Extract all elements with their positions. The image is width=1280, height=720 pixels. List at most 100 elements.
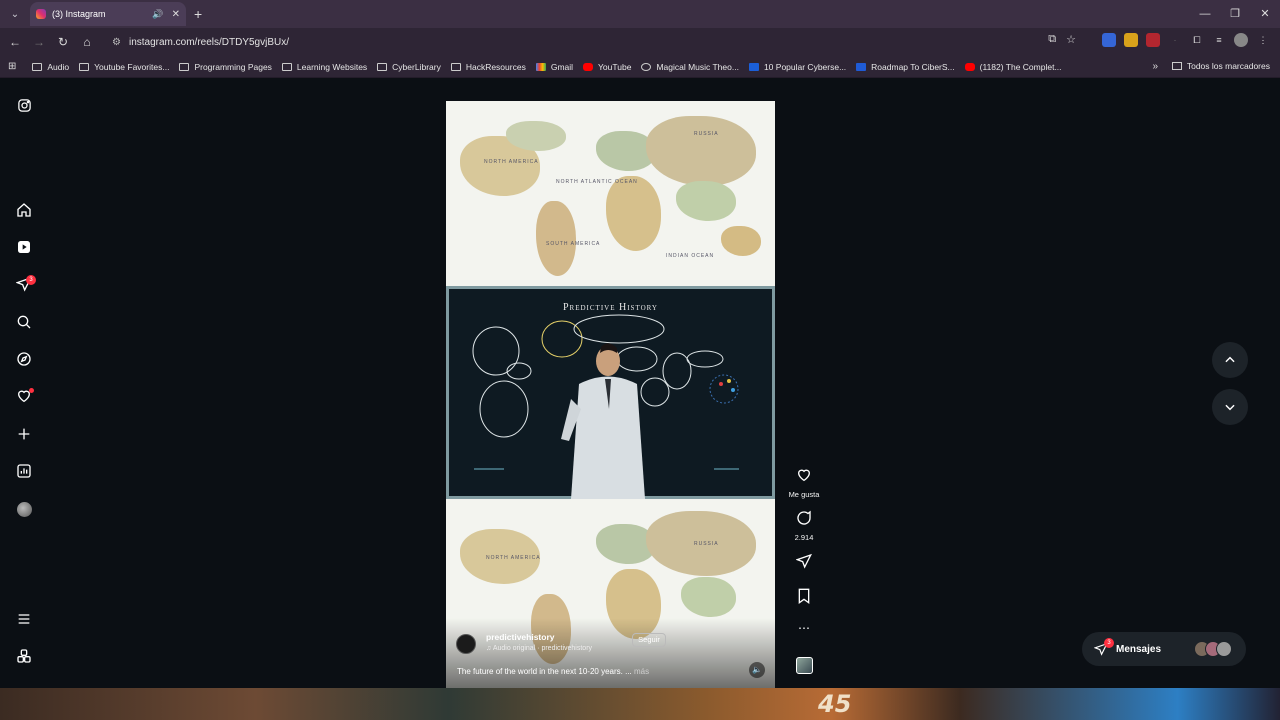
bookmark-label: Magical Music Theo...	[656, 61, 739, 72]
messages-label: Mensajes	[1116, 643, 1162, 655]
reload-button[interactable]: ↻	[51, 35, 75, 49]
save-button[interactable]	[785, 588, 823, 609]
home-button[interactable]: ⌂	[75, 35, 99, 49]
share-button[interactable]	[785, 553, 823, 574]
audio-thumbnail[interactable]	[785, 657, 823, 679]
also-from-meta-icon[interactable]	[14, 646, 34, 666]
bookmark-item[interactable]: Roadmap To CiberS...	[856, 61, 955, 72]
install-app-icon[interactable]: ⧉	[1048, 33, 1056, 46]
reel-caption: The future of the world in the next 10-2…	[457, 667, 649, 676]
bookmark-icon	[798, 588, 810, 604]
bookmark-label: Gmail	[550, 61, 574, 72]
notifications-badge: 3	[26, 275, 36, 285]
bookmark-label: HackResources	[465, 61, 526, 72]
more-options-icon[interactable]: ⋯	[785, 621, 823, 635]
minimize-button[interactable]: —	[1190, 0, 1220, 28]
mute-toggle-icon[interactable]: 🔈	[749, 662, 765, 678]
bookmark-label: Learning Websites	[296, 61, 368, 72]
forward-button[interactable]: →	[27, 35, 51, 49]
bookmarks-overflow-icon[interactable]: »	[1152, 61, 1158, 72]
extension-shield-icon[interactable]	[1102, 33, 1116, 47]
blackboard-frame: Predictive History	[446, 286, 775, 499]
bookmark-label: (1182) The Complet...	[979, 61, 1062, 72]
bookmark-label: Roadmap To CiberS...	[871, 61, 955, 72]
audio-label[interactable]: ♫ Audio original · predictivehistory	[486, 645, 592, 652]
author-username[interactable]: predictivehistory	[486, 632, 555, 642]
c-icon	[748, 62, 759, 71]
bookmark-item[interactable]: YouTube	[583, 62, 631, 72]
bookmark-item[interactable]: (1182) The Complet...	[964, 61, 1062, 72]
search-icon[interactable]	[14, 312, 34, 332]
browser-toolbar: ← → ↻ ⌂ ⚙ instagram.com/reels/DTDY5gvjBU…	[0, 28, 1280, 56]
speaker-icon[interactable]: 🔊	[152, 9, 163, 20]
instagram-page: 3 NORTH AMERICA RUSSIA NORTH ATLANTIC OC…	[0, 79, 1280, 688]
address-bar[interactable]: ⚙ instagram.com/reels/DTDY5gvjBUx/	[104, 31, 1070, 53]
bookmark-item[interactable]: CyberLibrary	[377, 62, 441, 72]
bookmark-item[interactable]: Youtube Favorites...	[79, 62, 169, 72]
extension-red-icon[interactable]	[1146, 33, 1160, 47]
bookmark-item[interactable]: Gmail	[535, 61, 574, 72]
previous-reel-button[interactable]	[1212, 342, 1248, 378]
folder-icon	[450, 62, 461, 71]
back-button[interactable]: ←	[3, 35, 27, 49]
reel-info-overlay: predictivehistory ♫ Audio original · pre…	[446, 618, 775, 688]
profile-avatar[interactable]	[14, 499, 34, 519]
avatar	[1216, 641, 1232, 657]
author-avatar[interactable]	[456, 634, 476, 654]
bookmark-label: YouTube	[598, 61, 632, 72]
comment-icon	[797, 510, 811, 525]
dashboard-icon[interactable]	[14, 461, 34, 481]
music-icon	[641, 62, 652, 71]
bookmark-item[interactable]: Programming Pages	[179, 62, 272, 72]
bookmark-item[interactable]: Learning Websites	[281, 61, 368, 72]
trello-icon	[856, 62, 867, 71]
restore-button[interactable]: ❐	[1220, 0, 1250, 28]
profile-avatar-icon[interactable]	[1234, 33, 1248, 47]
apps-grid-icon[interactable]: ⊞	[8, 61, 16, 72]
caption-more-link[interactable]: más	[634, 667, 649, 676]
comment-button[interactable]: 2.914	[785, 510, 823, 542]
bookmark-item[interactable]: HackResources	[450, 61, 526, 72]
site-info-icon[interactable]: ⚙	[112, 37, 121, 48]
share-icon	[795, 553, 812, 569]
all-bookmarks-label: Todos los marcadores	[1186, 61, 1270, 71]
bookmark-item[interactable]: Audio	[32, 62, 69, 72]
extensions-puzzle-icon[interactable]: ⧠	[1190, 33, 1204, 47]
create-plus-icon[interactable]	[14, 424, 34, 444]
reels-icon[interactable]	[14, 237, 34, 257]
messages-badge: 3	[1104, 638, 1114, 648]
tab-search-button[interactable]: ⌄	[4, 3, 26, 25]
close-tab-icon[interactable]: ✕	[172, 9, 180, 20]
message-avatars	[1194, 641, 1232, 657]
world-map-top: NORTH AMERICA RUSSIA NORTH ATLANTIC OCEA…	[446, 101, 775, 286]
extension-dim-icon[interactable]: ·	[1168, 33, 1182, 47]
tab-instagram[interactable]: (3) Instagram 🔊 ✕	[30, 2, 186, 26]
more-menu-icon[interactable]	[14, 609, 34, 629]
extension-yellow-icon[interactable]	[1124, 33, 1138, 47]
bookmark-star-icon[interactable]: ☆	[1066, 33, 1076, 46]
desk-decoration: 45	[818, 690, 852, 718]
presenter-figure	[561, 343, 645, 499]
bookmark-item[interactable]: 10 Popular Cyberse...	[748, 61, 847, 72]
instagram-logo-icon[interactable]	[14, 95, 34, 115]
follow-button[interactable]: Seguir	[632, 633, 666, 647]
youtube-icon	[583, 62, 594, 71]
messages-button[interactable]: 3 Mensajes	[1082, 632, 1246, 666]
folder-icon	[79, 62, 90, 71]
instagram-favicon-icon	[36, 9, 46, 19]
new-tab-button[interactable]: +	[194, 6, 202, 22]
like-button[interactable]: Me gusta	[785, 467, 823, 499]
bookmark-label: 10 Popular Cyberse...	[763, 61, 847, 72]
home-icon[interactable]	[14, 200, 34, 220]
bookmark-item[interactable]: Magical Music Theo...	[641, 62, 739, 72]
browser-menu-icon[interactable]: ⋮	[1256, 33, 1270, 47]
media-control-icon[interactable]: ≡	[1212, 33, 1226, 47]
url-text: instagram.com/reels/DTDY5gvjBUx/	[128, 36, 290, 48]
next-reel-button[interactable]	[1212, 389, 1248, 425]
all-bookmarks-button[interactable]: Todos los marcadores	[1171, 61, 1270, 71]
explore-compass-icon[interactable]	[14, 349, 34, 369]
reel-video[interactable]: NORTH AMERICA RUSSIA NORTH ATLANTIC OCEA…	[446, 101, 775, 688]
folder-icon	[179, 62, 190, 71]
close-window-button[interactable]: ✕	[1250, 0, 1280, 28]
caption-text: The future of the world in the next 10-2…	[457, 667, 632, 676]
